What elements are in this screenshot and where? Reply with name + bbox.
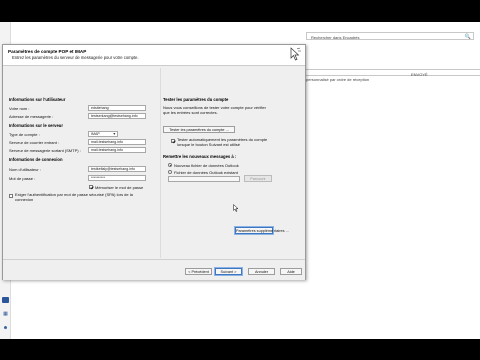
outlook-window: Rechercher dans Encadrés 🔍 personnalisé … bbox=[0, 22, 480, 339]
test-account-button[interactable]: Tester les paramètres du compte ... bbox=[163, 126, 235, 133]
dialog-subtitle: Entrez les paramètres du serveur de mess… bbox=[12, 55, 139, 60]
login-info-heading: Informations de connexion bbox=[9, 157, 63, 162]
dialog-body: Informations sur l'utilisateur Votre nom… bbox=[3, 66, 305, 259]
dialog-header: Paramètres de compte POP et IMAP Entrez … bbox=[3, 45, 305, 66]
auto-test-checkbox[interactable] bbox=[171, 139, 175, 143]
email-label: Adresse de messagerie : bbox=[9, 114, 54, 119]
delivery-heading: Remettre les nouveaux messages à : bbox=[163, 154, 237, 159]
cancel-button[interactable]: Annuler bbox=[248, 268, 275, 275]
column-divider bbox=[160, 68, 161, 258]
dialog-title: Paramètres de compte POP et IMAP bbox=[8, 49, 87, 54]
column-header[interactable]: ENVOYÉ bbox=[306, 69, 480, 77]
server-info-heading: Informations sur le serveur bbox=[9, 123, 63, 128]
mail-icon[interactable] bbox=[2, 297, 9, 303]
password-label: Mot de passe : bbox=[9, 176, 36, 181]
username-label: Nom d'utilisateur : bbox=[9, 167, 41, 172]
email-input[interactable]: testserkang@testsehang.info bbox=[88, 113, 146, 119]
incoming-server-input[interactable]: mail.testsehang.info bbox=[88, 139, 146, 145]
people-icon[interactable]: ☻ bbox=[2, 325, 9, 331]
outgoing-server-label: Serveur de messagerie sortant (SMTP) : bbox=[9, 148, 81, 153]
list-header-text: personnalisé par ordre de réception bbox=[306, 77, 370, 82]
column-label: ENVOYÉ bbox=[411, 71, 428, 77]
more-settings-button[interactable]: Paramètres supplémentaires ... bbox=[234, 226, 289, 235]
help-button[interactable]: Aide bbox=[280, 268, 302, 275]
outgoing-server-input[interactable]: mail.testsehang.info bbox=[88, 147, 146, 153]
chevron-down-icon: ▼ bbox=[112, 132, 116, 136]
existing-data-file-input[interactable] bbox=[168, 176, 240, 182]
existing-data-file-label: Fichier de données Outlook existant bbox=[174, 170, 238, 175]
browse-button[interactable]: Parcourir bbox=[244, 175, 272, 182]
search-icon: 🔍 bbox=[464, 34, 471, 40]
spa-checkbox[interactable] bbox=[9, 194, 13, 198]
spa-label: Exiger l'authentification par mot de pas… bbox=[15, 192, 133, 202]
name-label: Votre nom : bbox=[9, 106, 30, 111]
password-input[interactable]: ********** bbox=[88, 175, 146, 181]
wizard-pointer-icon bbox=[290, 47, 301, 61]
test-heading: Tester les paramètres du compte bbox=[163, 97, 229, 102]
dialog-footer: < Précédent Suivant > Annuler Aide bbox=[3, 259, 305, 280]
remember-password-checkbox[interactable] bbox=[89, 185, 93, 189]
test-description: Nous vous conseillons de tester votre co… bbox=[163, 105, 266, 115]
remember-password-label: Mémoriser le mot de passe bbox=[95, 185, 144, 190]
account-type-select[interactable]: IMAP ▼ bbox=[88, 131, 118, 137]
user-info-heading: Informations sur l'utilisateur bbox=[9, 97, 66, 102]
incoming-server-label: Serveur de courrier entrant : bbox=[9, 140, 60, 145]
account-settings-dialog: Paramètres de compte POP et IMAP Entrez … bbox=[2, 44, 306, 280]
account-type-label: Type de compte : bbox=[9, 132, 40, 137]
mouse-cursor-icon bbox=[233, 204, 239, 212]
search-placeholder: Rechercher dans Encadrés bbox=[311, 34, 360, 40]
search-box[interactable]: Rechercher dans Encadrés 🔍 bbox=[306, 32, 474, 40]
name-input[interactable]: edsitehang bbox=[88, 105, 146, 111]
next-button[interactable]: Suivant > bbox=[214, 267, 243, 276]
back-button[interactable]: < Précédent bbox=[185, 268, 212, 275]
account-type-value: IMAP bbox=[91, 132, 100, 136]
new-data-file-label: Nouveau fichier de données Outlook bbox=[174, 163, 239, 168]
new-data-file-radio[interactable] bbox=[168, 163, 172, 167]
calendar-icon[interactable]: ▦ bbox=[2, 311, 9, 317]
existing-data-file-radio[interactable] bbox=[168, 170, 172, 174]
username-input[interactable]: testkefialy@testsehang.info bbox=[88, 166, 146, 172]
auto-test-label: Tester automatiquement les paramètres du… bbox=[177, 137, 268, 147]
